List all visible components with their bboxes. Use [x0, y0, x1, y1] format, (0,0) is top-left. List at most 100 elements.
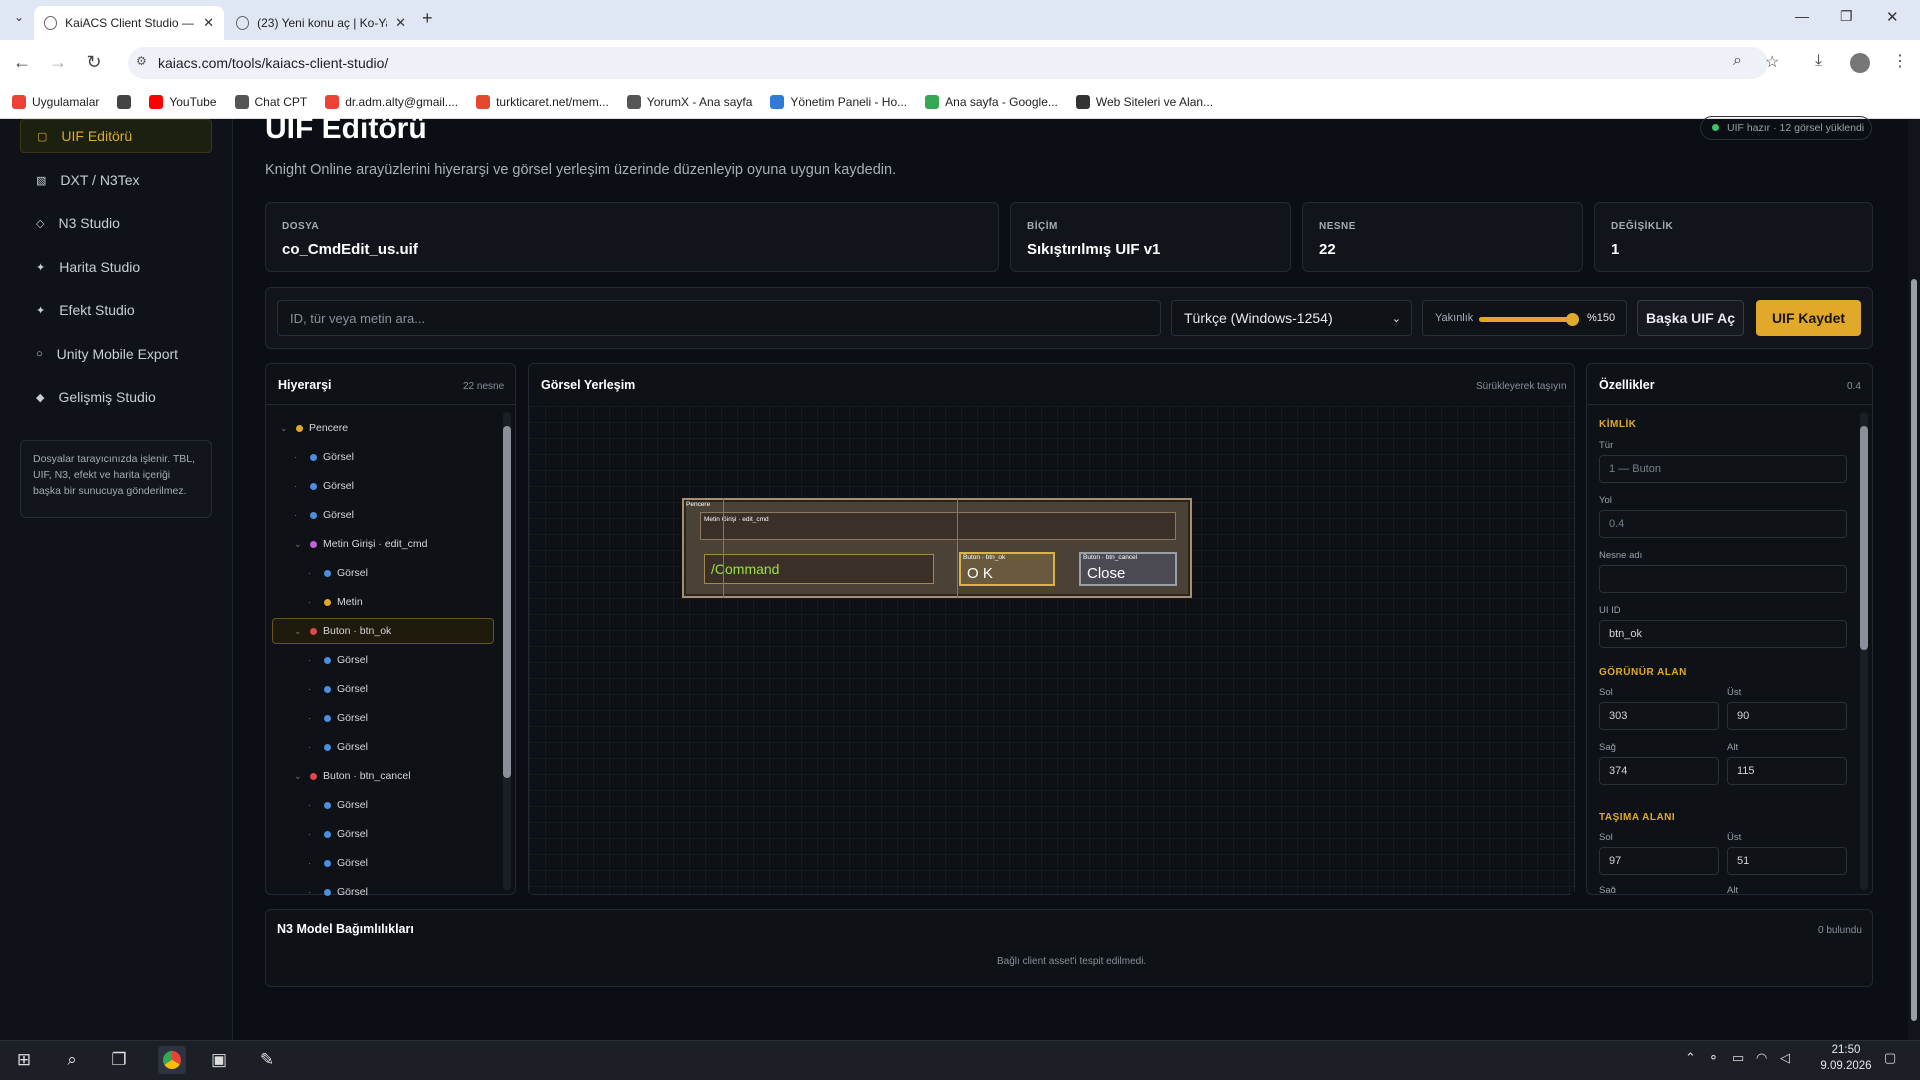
tree-row[interactable]: · Görsel [308, 881, 368, 903]
visible-top-field[interactable]: 90 [1727, 702, 1847, 730]
sidebar-item[interactable]: ◇ N3 Studio [20, 206, 212, 240]
command-input-preview[interactable]: /Command [704, 554, 934, 584]
close-tab-icon[interactable]: ✕ [395, 15, 406, 31]
sidebar-item-icon: ✦ [36, 304, 46, 317]
tree-row[interactable]: ⌄ Metin Girişi · edit_cmd [294, 533, 427, 555]
close-window-icon[interactable]: ✕ [1886, 8, 1899, 26]
bookmark-item[interactable]: dr.adm.alty@gmail.... [325, 95, 458, 109]
bookmark-item[interactable]: turkticaret.net/mem... [476, 95, 609, 109]
tab-list-icon[interactable]: ⌄ [8, 10, 30, 32]
new-tab-button[interactable]: + [422, 8, 433, 29]
windows-start-icon[interactable]: ⊞ [10, 1046, 38, 1074]
tree-row[interactable]: · Görsel [308, 823, 368, 845]
tab-active[interactable]: KaiACS Client Studio — UIF Edit ✕ [34, 6, 224, 40]
wifi-icon[interactable]: ◠ [1756, 1050, 1767, 1066]
download-icon[interactable]: ⤓ [1815, 52, 1822, 70]
volume-icon[interactable]: ◁ [1780, 1050, 1790, 1066]
ok-button-preview[interactable]: Buton · btn_ok O K [959, 552, 1055, 586]
tray-chevron-icon[interactable]: ⌃ [1685, 1050, 1696, 1066]
minimize-icon[interactable]: — [1795, 8, 1809, 24]
expand-chevron-icon[interactable]: ⌄ [294, 539, 304, 550]
visible-bottom-field[interactable]: 115 [1727, 757, 1847, 785]
bookmark-item[interactable]: Chat CPT [234, 95, 307, 109]
name-field[interactable] [1599, 565, 1847, 593]
tree-row[interactable]: · Görsel [308, 794, 368, 816]
bookmark-label: turkticaret.net/mem... [496, 95, 609, 109]
edit-cmd-bar[interactable]: Metin Girişi · edit_cmd [700, 512, 1176, 540]
cancel-button-preview[interactable]: Buton · btn_cancel Close [1079, 552, 1177, 586]
move-top-field[interactable]: 51 [1727, 847, 1847, 875]
reload-icon[interactable]: ↻ [82, 52, 106, 73]
move-left-field[interactable]: 97 [1599, 847, 1719, 875]
tray-icon[interactable]: ⚬ [1708, 1050, 1719, 1066]
menu-icon[interactable]: ⋮ [1892, 51, 1908, 71]
tree-row[interactable]: · Görsel [308, 707, 368, 729]
clock[interactable]: 21:50 9.09.2026 [1818, 1044, 1874, 1072]
save-uif-button[interactable]: UIF Kaydet [1756, 300, 1861, 336]
restore-icon[interactable]: ❐ [1840, 8, 1853, 25]
tree-row[interactable]: · Metin [308, 591, 363, 613]
chrome-taskbar-icon[interactable] [158, 1046, 186, 1074]
zoom-slider-track[interactable] [1479, 313, 1579, 326]
tree-row[interactable]: · Görsel [294, 475, 354, 497]
hierarchy-scrollbar[interactable] [503, 412, 511, 890]
sidebar-item[interactable]: ▢ UIF Editörü [20, 119, 212, 153]
path-field[interactable]: 0.4 [1599, 510, 1847, 538]
bookmark-item[interactable]: Yönetim Paneli - Ho... [770, 95, 907, 109]
bookmark-item[interactable]: Ana sayfa - Google... [925, 95, 1058, 109]
visible-left-field[interactable]: 303 [1599, 702, 1719, 730]
zoom-slider-handle[interactable] [1566, 313, 1579, 326]
properties-scrollbar[interactable] [1860, 412, 1868, 890]
bookmark-item[interactable]: Web Siteleri ve Alan... [1075, 95, 1213, 109]
close-tab-icon[interactable]: ✕ [203, 15, 214, 31]
bookmark-item[interactable]: Uygulamalar [12, 95, 99, 109]
sidebar-item[interactable]: ○ Unity Mobile Export [20, 337, 212, 371]
search-icon[interactable]: ⌕ [58, 1046, 86, 1074]
sidebar-item[interactable]: ✦ Harita Studio [20, 250, 212, 284]
expand-chevron-icon[interactable]: ⌄ [280, 423, 290, 434]
tree-row[interactable]: · Görsel [294, 446, 354, 468]
app-taskbar-icon[interactable]: ▣ [205, 1046, 233, 1074]
tab-inactive[interactable]: (23) Yeni konu aç | Ko-Yardim - ✕ [226, 6, 416, 40]
zoom-icon[interactable]: ⌕ [1733, 52, 1742, 70]
back-icon[interactable]: ← [10, 52, 34, 73]
tree-row[interactable]: · Görsel [294, 504, 354, 526]
tree-row[interactable]: · Görsel [308, 678, 368, 700]
bookmark-item[interactable]: YorumX - Ana sayfa [626, 95, 752, 109]
page-scrollbar[interactable] [1908, 119, 1920, 1040]
scrollbar-thumb[interactable] [1860, 426, 1868, 650]
type-field[interactable]: 1 — Buton [1599, 455, 1847, 483]
bookmark-star-icon[interactable]: ☆ [1765, 52, 1779, 72]
tree-row[interactable]: ⌄ Pencere [280, 417, 348, 439]
search-input[interactable]: ID, tür veya metin ara... [277, 300, 1161, 336]
open-other-uif-button[interactable]: Başka UIF Aç [1637, 300, 1744, 336]
notification-icon[interactable]: ▢ [1884, 1050, 1896, 1066]
address-bar[interactable]: kaiacs.com/tools/kaiacs-client-studio/ [128, 47, 1768, 79]
sidebar-item[interactable]: ◆ Gelişmiş Studio [20, 380, 212, 414]
uiid-field[interactable]: btn_ok [1599, 620, 1847, 648]
profile-avatar[interactable] [1850, 53, 1870, 73]
tree-row[interactable]: · Görsel [308, 562, 368, 584]
tree-row[interactable]: ⌄ Buton · btn_cancel [294, 765, 411, 787]
uif-window-preview[interactable]: Pencere Metin Girişi · edit_cmd /Command… [682, 498, 1192, 598]
layout-canvas[interactable] [529, 406, 1574, 894]
battery-icon[interactable]: ▭ [1732, 1050, 1744, 1066]
sidebar-item[interactable]: ▧ DXT / N3Tex [20, 163, 212, 197]
app-taskbar-icon[interactable]: ✎ [253, 1046, 281, 1074]
expand-chevron-icon[interactable]: ⌄ [294, 771, 304, 782]
bookmark-item[interactable]: YouTube [149, 95, 217, 109]
tree-row[interactable]: · Görsel [308, 649, 368, 671]
forward-icon[interactable]: → [46, 52, 70, 73]
visible-right-field[interactable]: 374 [1599, 757, 1719, 785]
sidebar-item[interactable]: ✦ Efekt Studio [20, 293, 212, 327]
scrollbar-thumb[interactable] [1911, 279, 1917, 1021]
tree-row[interactable]: · Görsel [308, 852, 368, 874]
scrollbar-thumb[interactable] [503, 426, 511, 778]
encoding-select[interactable]: Türkçe (Windows-1254) ⌄ [1171, 300, 1412, 336]
tree-row[interactable]: · Görsel [308, 736, 368, 758]
site-info-icon[interactable]: ⚙ [136, 54, 147, 68]
bookmark-item[interactable] [117, 95, 132, 109]
expand-chevron-icon[interactable]: ⌄ [294, 626, 304, 637]
task-view-icon[interactable]: ❐ [105, 1046, 133, 1074]
tree-row[interactable]: ⌄ Buton · btn_ok [294, 620, 391, 642]
